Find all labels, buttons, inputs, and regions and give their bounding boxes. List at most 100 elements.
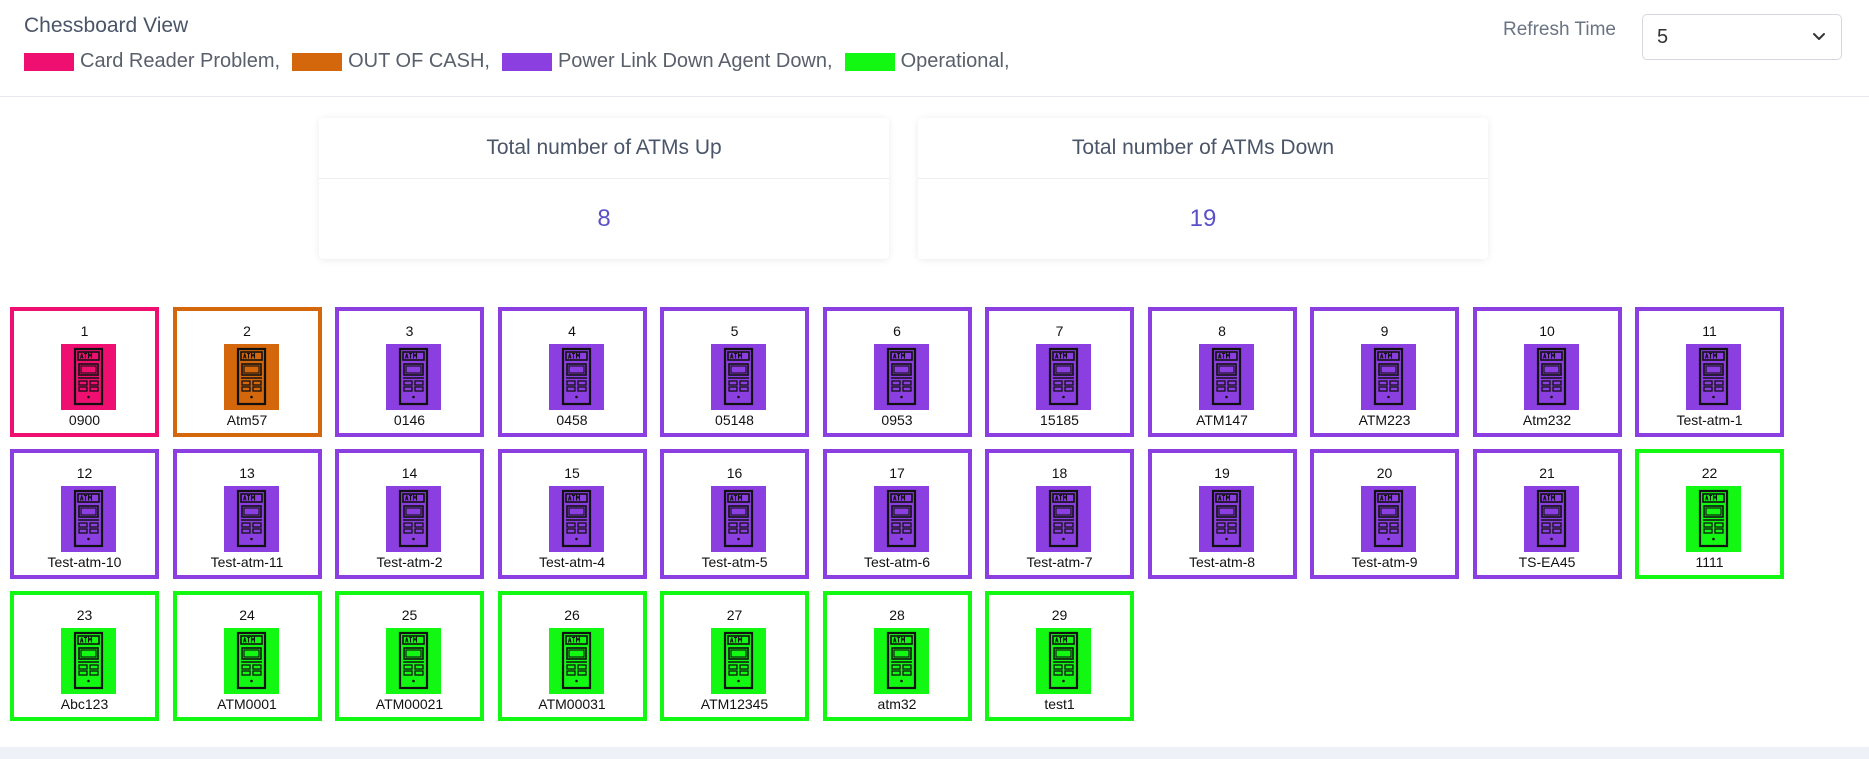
atm-tile[interactable]: 25 ATM00021: [335, 591, 484, 721]
atm-tile[interactable]: 13 Test-atm-11: [172, 449, 322, 579]
atm-name: Test-atm-6: [863, 554, 931, 570]
atm-number: 16: [726, 465, 743, 481]
legend-swatch: [292, 52, 343, 71]
atm-icon: [873, 486, 929, 552]
atms-up-title: Total number of ATMs Up: [319, 118, 889, 179]
atm-number: 24: [239, 607, 255, 623]
atm-tile[interactable]: 23 Abc123: [10, 591, 159, 721]
atm-number: 23: [76, 607, 93, 623]
atm-tile[interactable]: 28 atm32: [822, 591, 972, 721]
atm-tile[interactable]: 4 0458: [497, 307, 647, 437]
atm-tile[interactable]: 15 Test-atm-4: [497, 449, 647, 579]
legend-swatch: [24, 52, 74, 71]
atm-icon: [873, 628, 929, 694]
atm-grid: 1 0900 2 Atm57 3 0146 4 0458 5 05148 6 0953 7 15185 8 A…: [10, 307, 1784, 721]
atm-tile[interactable]: 26 ATM00031: [497, 591, 647, 721]
legend-swatch: [501, 52, 552, 71]
atm-tile[interactable]: 24 ATM0001: [172, 591, 322, 721]
atm-tile[interactable]: 5 05148: [660, 307, 809, 437]
atm-tile[interactable]: 18 Test-atm-7: [985, 449, 1134, 579]
atm-tile[interactable]: 8 ATM147: [1147, 307, 1297, 437]
atm-tile[interactable]: 10 Atm232: [1472, 307, 1622, 437]
refresh-time-select[interactable]: 5: [1642, 14, 1842, 60]
atm-tile[interactable]: 17 Test-atm-6: [822, 449, 972, 579]
atm-number: 27: [726, 607, 743, 623]
atm-name: Test-atm-10: [47, 554, 122, 570]
atm-number: 13: [239, 465, 255, 481]
atm-icon: [873, 344, 929, 410]
atm-tile[interactable]: 19 Test-atm-8: [1147, 449, 1297, 579]
atm-icon: [386, 628, 441, 694]
atm-name: 1111: [1695, 554, 1724, 570]
atm-icon: [223, 486, 279, 552]
atm-name: 0458: [556, 412, 588, 428]
atm-number: 29: [1051, 607, 1068, 623]
atm-tile[interactable]: 21 TS-EA45: [1472, 449, 1622, 579]
header-bar: Chessboard View Card Reader Problem, OUT…: [0, 0, 1869, 97]
atm-name: Atm232: [1522, 412, 1572, 428]
atm-name: Test-atm-5: [701, 554, 768, 570]
atm-number: 8: [1218, 323, 1226, 339]
atm-tile[interactable]: 14 Test-atm-2: [335, 449, 484, 579]
atm-name: atm32: [877, 696, 917, 712]
atm-icon: [711, 486, 766, 552]
atm-icon: [223, 628, 279, 694]
legend-item-out-of-cash: OUT OF CASH,: [292, 50, 490, 73]
atm-icon: [1686, 344, 1741, 410]
atm-icon: [711, 344, 766, 410]
atm-number: 20: [1376, 465, 1393, 481]
atm-name: ATM12345: [700, 696, 769, 712]
atm-icon: [1523, 486, 1579, 552]
legend-swatch: [844, 52, 895, 71]
atm-tile[interactable]: 1 0900: [10, 307, 159, 437]
legend-label: Card Reader Problem,: [80, 50, 281, 72]
atm-name: 0953: [881, 412, 913, 428]
atm-tile[interactable]: 7 15185: [985, 307, 1134, 437]
atm-icon: [1036, 486, 1091, 552]
atm-number: 17: [889, 465, 905, 481]
atm-tile[interactable]: 29 test1: [985, 591, 1134, 721]
atm-tile[interactable]: 20 Test-atm-9: [1310, 449, 1459, 579]
atm-name: 05148: [715, 412, 754, 428]
main-panel: Total number of ATMs Up 8 Total number o…: [0, 97, 1869, 747]
legend-label: Power Link Down Agent Down,: [557, 50, 833, 72]
atm-tile[interactable]: 3 0146: [335, 307, 484, 437]
atm-tile[interactable]: 11 Test-atm-1: [1635, 307, 1784, 437]
atm-tile[interactable]: 2 Atm57: [172, 307, 322, 437]
atm-number: 25: [401, 607, 418, 623]
atm-icon: [1036, 628, 1091, 694]
atm-name: Test-atm-1: [1676, 412, 1743, 428]
legend-item-card-reader: Card Reader Problem,: [24, 50, 280, 73]
atm-name: Test-atm-4: [538, 554, 606, 570]
atm-number: 14: [401, 465, 418, 481]
atm-icon: [548, 628, 604, 694]
atm-number: 5: [730, 323, 739, 339]
atm-tile[interactable]: 22 1111: [1635, 449, 1784, 579]
atm-name: ATM00031: [538, 696, 606, 712]
atm-icon: [61, 486, 116, 552]
atm-number: 6: [893, 323, 901, 339]
atm-name: ATM00021: [375, 696, 444, 712]
app: Chessboard View Card Reader Problem, OUT…: [0, 0, 1869, 759]
atm-tile[interactable]: 12 Test-atm-10: [10, 449, 159, 579]
atm-name: ATM223: [1358, 412, 1411, 428]
refresh-time-label: Refresh Time: [1503, 19, 1616, 40]
atm-name: ATM0001: [217, 696, 277, 712]
atm-tile[interactable]: 9 ATM223: [1310, 307, 1459, 437]
atm-icon: [1523, 344, 1579, 410]
chevron-down-icon: [1813, 33, 1825, 40]
atm-name: Test-atm-9: [1351, 554, 1418, 570]
atm-name: Test-atm-7: [1026, 554, 1093, 570]
atm-name: TS-EA45: [1518, 554, 1576, 570]
atm-number: 12: [76, 465, 93, 481]
atm-number: 26: [564, 607, 580, 623]
atm-name: Abc123: [60, 696, 109, 712]
atm-name: ATM147: [1196, 412, 1248, 428]
atm-icon: [61, 628, 116, 694]
atm-tile[interactable]: 16 Test-atm-5: [660, 449, 809, 579]
atm-number: 1: [80, 323, 89, 339]
atm-tile[interactable]: 27 ATM12345: [660, 591, 809, 721]
atm-tile[interactable]: 6 0953: [822, 307, 972, 437]
atm-icon: [1686, 486, 1741, 552]
atm-icon: [548, 344, 604, 410]
